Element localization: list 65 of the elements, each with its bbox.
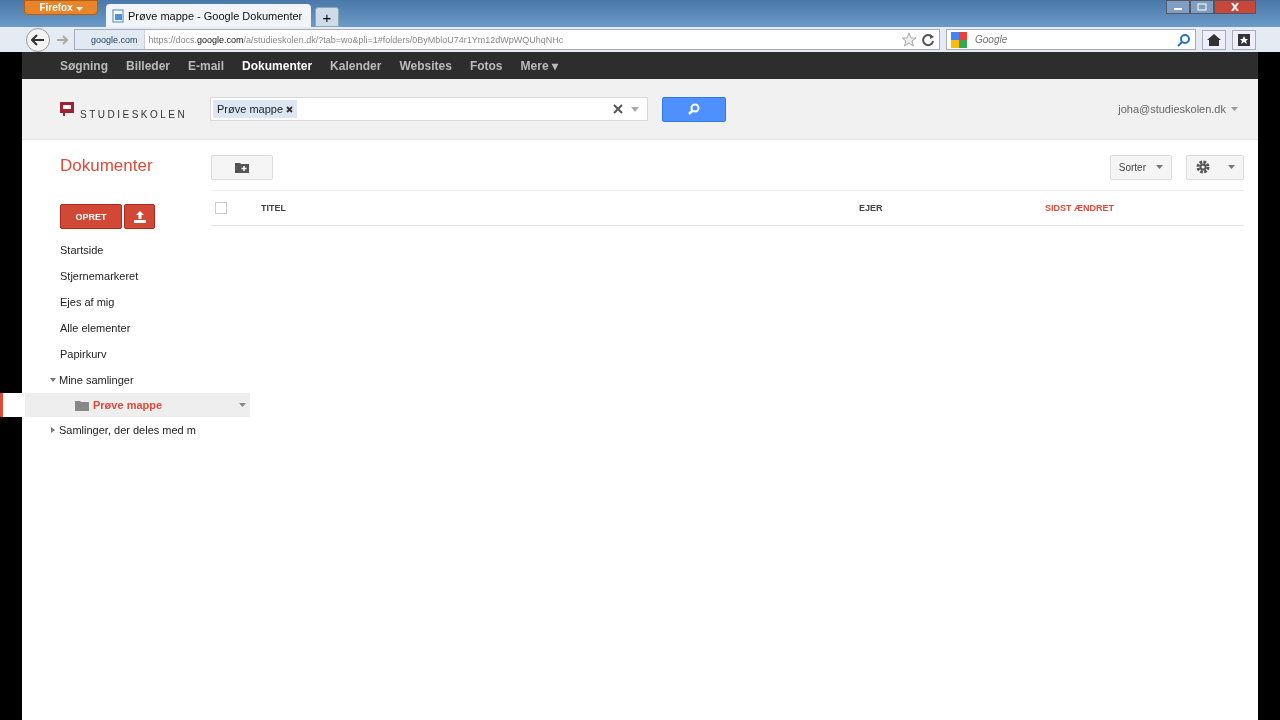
upload-button[interactable] [124, 204, 155, 229]
page-title: Dokumenter [59, 156, 154, 177]
settings-button[interactable] [1186, 154, 1244, 180]
collection-item[interactable]: Samlinger, der deles med m [59, 424, 196, 436]
sort-button[interactable]: Sorter [1109, 154, 1172, 180]
create-button[interactable]: OPRET [60, 204, 122, 229]
nav-link[interactable]: Websites [399, 58, 452, 73]
browser-search-field[interactable]: Google [946, 29, 1196, 50]
search-chip[interactable]: Prøve mappe [213, 100, 298, 118]
nav-link[interactable]: Kalender [330, 58, 382, 73]
folder-icon [75, 399, 89, 411]
maximize-button[interactable] [1190, 0, 1214, 14]
browser-tab[interactable]: Prøve mappe - Google Dokumenter [106, 4, 311, 27]
star-icon[interactable] [901, 31, 917, 48]
address-bar[interactable]: google.com https://docs.google.com/a/studieskolen.dk/?tab=wo&pli=1#folders/0ByMbloU74r1Ym12dWpWQUhqNHc [74, 29, 940, 50]
nav-link[interactable]: Mere ▾ [520, 58, 558, 73]
search-icon[interactable] [1177, 33, 1191, 47]
nav-link[interactable]: E-mail [188, 58, 225, 73]
sidebar-item[interactable]: Papirkurv [22, 341, 197, 367]
folder-plus-icon [235, 161, 249, 173]
document-icon [112, 8, 124, 23]
sidebar-item[interactable]: Startside [22, 237, 197, 263]
collection-item[interactable]: Mine samlinger [59, 374, 134, 386]
select-all-checkbox[interactable] [215, 202, 227, 214]
caret-icon [1228, 165, 1235, 169]
nav-link[interactable]: Billeder [126, 58, 170, 73]
bookmarks-button[interactable] [1232, 29, 1256, 50]
caret-icon [1156, 165, 1163, 169]
nav-link[interactable]: Søgning [60, 58, 108, 73]
sidebar-item[interactable]: Stjernemarkeret [22, 263, 197, 289]
new-folder-button[interactable] [211, 154, 273, 180]
folder-item[interactable]: Prøve mappe [0, 393, 250, 417]
clear-icon[interactable] [613, 104, 623, 114]
nav-link[interactable]: Fotos [469, 58, 503, 73]
home-icon [1207, 33, 1221, 46]
logo-icon [60, 102, 76, 116]
search-icon [688, 103, 700, 115]
home-button[interactable] [1202, 29, 1226, 50]
back-button[interactable] [26, 27, 50, 52]
new-tab-button[interactable]: + [315, 7, 339, 27]
bookmark-star-icon [1238, 33, 1250, 46]
column-header[interactable]: EJER [859, 203, 1045, 213]
reload-icon[interactable] [921, 32, 935, 47]
back-arrow-icon [31, 33, 45, 46]
upload-icon [133, 210, 146, 223]
logo-text: STUDIESKOLEN [80, 109, 188, 120]
close-icon [1230, 3, 1240, 11]
maximize-icon [1197, 3, 1207, 11]
expander-icon[interactable] [50, 377, 56, 383]
sidebar-item[interactable]: Ejes af mig [22, 289, 197, 315]
caret-icon [75, 7, 83, 11]
minimize-button[interactable] [1166, 0, 1190, 14]
column-header[interactable]: TITEL [261, 203, 859, 213]
expander-icon[interactable] [50, 427, 56, 433]
account-menu[interactable]: joha@studieskolen.dk [1118, 103, 1226, 115]
caret-icon[interactable] [239, 403, 246, 407]
column-header[interactable]: SIDST ÆNDRET [1045, 203, 1114, 213]
sidebar-item[interactable]: Alle elementer [22, 315, 197, 341]
search-field[interactable]: Prøve mappe [210, 97, 648, 121]
gear-icon [1195, 159, 1211, 175]
google-icon [951, 32, 967, 48]
search-button[interactable] [662, 96, 726, 122]
nav-link[interactable]: Dokumenter [242, 58, 313, 73]
close-button[interactable] [1214, 0, 1256, 14]
remove-icon[interactable] [286, 106, 294, 113]
